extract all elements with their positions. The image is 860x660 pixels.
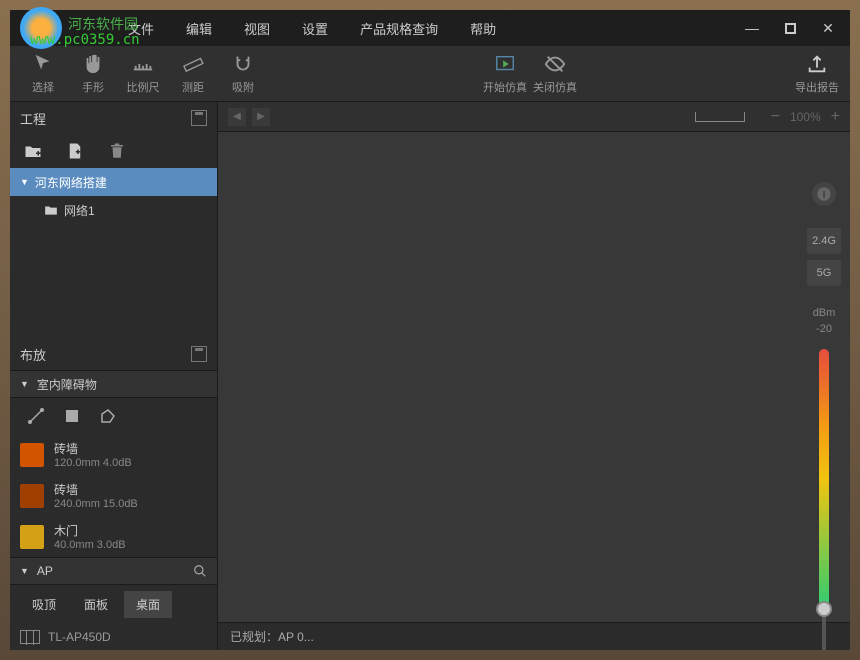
- new-folder-button[interactable]: [24, 142, 42, 160]
- signal-scale: dBm -20: [808, 307, 840, 650]
- hand-icon: [82, 53, 104, 75]
- window-close-button[interactable]: [816, 16, 840, 40]
- signal-unit-label: dBm: [813, 307, 836, 319]
- band-24g-button[interactable]: 2.4G: [807, 228, 841, 254]
- tool-hand[interactable]: 手形: [68, 49, 118, 99]
- tool-start-sim[interactable]: 开始仿真: [480, 49, 530, 99]
- collapse-panel-icon[interactable]: [191, 110, 207, 126]
- color-swatch: [20, 443, 44, 467]
- window-minimize-button[interactable]: [740, 16, 764, 40]
- zoom-out-button[interactable]: −: [771, 108, 780, 126]
- project-panel-title: 工程: [20, 109, 46, 128]
- search-icon[interactable]: [193, 564, 207, 578]
- menu-help[interactable]: 帮助: [464, 15, 502, 42]
- signal-slider-track[interactable]: [822, 615, 826, 650]
- placement-panel-title: 布放: [20, 345, 46, 364]
- watermark-cn: 河东软件园: [68, 14, 138, 34]
- ap-section-header[interactable]: ▼ AP: [10, 557, 217, 585]
- chevron-down-icon: ▼: [20, 566, 29, 576]
- magnet-icon: [232, 53, 254, 75]
- delete-button[interactable]: [108, 142, 126, 160]
- project-panel-header: 工程: [10, 102, 217, 134]
- folder-icon: [44, 204, 58, 216]
- cursor-icon: [32, 53, 54, 75]
- ap-tab-panel[interactable]: 面板: [72, 591, 120, 618]
- ap-tab-desktop[interactable]: 桌面: [124, 591, 172, 618]
- zoom-value: 100%: [790, 110, 821, 124]
- signal-top-value: -20: [816, 323, 832, 335]
- zoom-in-button[interactable]: +: [831, 108, 840, 126]
- material-item[interactable]: 砖墙 120.0mm 4.0dB: [10, 434, 217, 475]
- material-item[interactable]: 木门 40.0mm 3.0dB: [10, 516, 217, 557]
- statusbar: 已规划：AP 0...: [218, 622, 850, 650]
- placement-panel-header: 布放: [10, 338, 217, 370]
- tool-snap[interactable]: 吸附: [218, 49, 268, 99]
- color-swatch: [20, 484, 44, 508]
- tool-export[interactable]: 导出报告: [792, 49, 842, 99]
- tool-select[interactable]: 选择: [18, 49, 68, 99]
- signal-slider-handle[interactable]: [816, 601, 832, 617]
- eye-off-icon: [544, 53, 566, 75]
- rect-tool[interactable]: [64, 408, 80, 424]
- tool-ruler[interactable]: 比例尺: [118, 49, 168, 99]
- watermark-url: www.pc0359.cn: [30, 32, 140, 48]
- nav-forward-button[interactable]: ▶: [252, 108, 270, 126]
- signal-gradient-bar: [819, 349, 829, 609]
- chevron-down-icon: ▼: [20, 379, 29, 389]
- canvas-toolbar: ◀ ▶ − 100% +: [218, 102, 850, 132]
- tool-measure[interactable]: 测距: [168, 49, 218, 99]
- sidebar: 工程 ▼ 河东网络搭建 网络1: [10, 102, 218, 650]
- ruler-icon: [132, 53, 154, 75]
- color-swatch: [20, 525, 44, 549]
- material-item[interactable]: 砖墙 240.0mm 15.0dB: [10, 475, 217, 516]
- window-maximize-button[interactable]: [778, 16, 802, 40]
- tool-stop-sim[interactable]: 关闭仿真: [530, 49, 580, 99]
- tree-root-item[interactable]: ▼ 河东网络搭建: [10, 168, 217, 196]
- main-menu: 文件 编辑 视图 设置 产品规格查询 帮助: [122, 15, 502, 42]
- canvas[interactable]: i 2.4G 5G dBm -20: [218, 132, 850, 622]
- polygon-tool[interactable]: [100, 408, 116, 424]
- band-5g-button[interactable]: 5G: [807, 260, 841, 286]
- new-file-button[interactable]: [66, 142, 84, 160]
- collapse-panel-icon[interactable]: [191, 346, 207, 362]
- canvas-area: ◀ ▶ − 100% + i 2.4G 5G: [218, 102, 850, 650]
- info-button[interactable]: i: [812, 182, 836, 206]
- export-icon: [806, 53, 828, 75]
- menu-product-spec[interactable]: 产品规格查询: [354, 15, 444, 42]
- toolbar: 选择 手形 比例尺 测距 吸附: [10, 46, 850, 102]
- play-icon: [494, 53, 516, 75]
- nav-back-button[interactable]: ◀: [228, 108, 246, 126]
- menu-edit[interactable]: 编辑: [180, 15, 218, 42]
- chevron-down-icon: ▼: [20, 177, 29, 187]
- status-text: 已规划：AP 0...: [230, 628, 314, 645]
- obstacle-section-header[interactable]: ▼ 室内障碍物: [10, 370, 217, 398]
- svg-text:i: i: [823, 189, 826, 199]
- ap-tab-ceiling[interactable]: 吸顶: [20, 591, 68, 618]
- ap-list-item[interactable]: TL-AP450D: [10, 624, 217, 650]
- scale-indicator: [695, 112, 745, 122]
- ap-device-icon: [20, 630, 40, 644]
- tree-child-item[interactable]: 网络1: [10, 196, 217, 224]
- menu-settings[interactable]: 设置: [296, 15, 334, 42]
- material-list: 砖墙 120.0mm 4.0dB 砖墙 240.0mm 15.0dB: [10, 434, 217, 557]
- menu-view[interactable]: 视图: [238, 15, 276, 42]
- measure-icon: [182, 53, 204, 75]
- line-tool[interactable]: [28, 408, 44, 424]
